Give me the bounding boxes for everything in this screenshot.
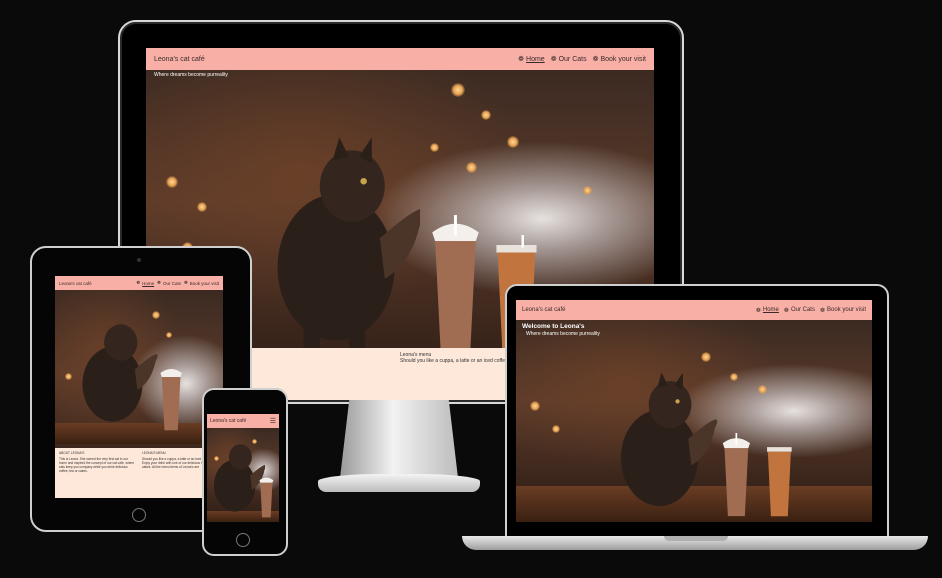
- cat-figure: [213, 443, 265, 512]
- tablet-home-button: [132, 508, 146, 522]
- paw-icon: ❁: [755, 307, 761, 314]
- nav-our-cats[interactable]: ❁ Our Cats: [157, 280, 181, 286]
- monitor-stand-base: [318, 474, 480, 492]
- phone-screen: Leona's cat café ☰: [207, 414, 279, 522]
- hero-tagline: Where dreams become purreality: [526, 331, 600, 337]
- paw-icon: ❁: [550, 56, 557, 63]
- tablet-hero-image: ABOUT LEONA'S This is Leona. She owned t…: [55, 290, 223, 498]
- tablet-navbar: Leona's cat café ❁ Home ❁ Our Cats ❁ Book y…: [55, 276, 223, 290]
- paw-icon: ❁: [157, 280, 161, 285]
- paw-icon: ❁: [819, 307, 825, 314]
- cat-figure: [621, 372, 718, 507]
- paw-icon: ❁: [592, 56, 599, 63]
- iced-coffee-cup: [259, 477, 274, 518]
- phone-navbar: Leona's cat café ☰: [207, 414, 279, 428]
- laptop-screen: Welcome to Leona's Where dreams become p…: [516, 300, 872, 522]
- iced-coffee-cup: [432, 215, 480, 358]
- brand-logo[interactable]: Leona's cat café: [210, 418, 246, 424]
- brand-logo[interactable]: Leona's cat café: [522, 307, 566, 313]
- nav-our-cats[interactable]: ❁ Our Cats: [784, 307, 815, 314]
- laptop-navbar: Leona's cat café ❁ Home ❁ Our Cats ❁ Book y…: [516, 300, 872, 320]
- paw-icon: ❁: [183, 280, 188, 285]
- phone-hero-image: [207, 428, 279, 522]
- tablet-about-heading: ABOUT LEONA'S: [59, 451, 85, 455]
- nav-home[interactable]: ❁ Home: [136, 280, 154, 286]
- brand-logo[interactable]: Leona's cat café: [59, 281, 92, 286]
- nav-book-visit[interactable]: ❁ Book your visit: [820, 307, 866, 314]
- nav-book-visit[interactable]: ❁ Book your visit: [184, 280, 219, 286]
- cat-figure: [82, 324, 158, 422]
- tablet-camera: [137, 258, 141, 262]
- monitor-stand: [340, 398, 458, 478]
- tablet-screen: ABOUT LEONA'S This is Leona. She owned t…: [55, 276, 223, 498]
- nav-our-cats[interactable]: ❁ Our Cats: [550, 55, 587, 64]
- nav-book-visit[interactable]: ❁ Book your visit: [592, 55, 646, 64]
- laptop-hero-image: Welcome to Leona's Where dreams become p…: [516, 320, 872, 522]
- iced-coffee-cup: [160, 368, 182, 431]
- hamburger-icon[interactable]: ☰: [270, 417, 276, 425]
- hero-welcome: Welcome to Leona's: [522, 323, 585, 330]
- iced-latte-cup: [767, 447, 792, 517]
- nav-home[interactable]: ❁ Home: [756, 307, 779, 314]
- nav-home[interactable]: ❁ Home: [518, 55, 545, 64]
- iced-coffee-cup: [723, 433, 751, 517]
- paw-icon: ❁: [518, 56, 525, 63]
- navbar: Leona's cat café ❁ Home ❁ Our Cats ❁ Book y…: [146, 48, 654, 70]
- phone-home-button: [236, 533, 250, 547]
- tablet-info-section: ABOUT LEONA'S This is Leona. She owned t…: [55, 448, 223, 498]
- brand-logo[interactable]: Leona's cat café: [154, 56, 205, 63]
- hero-tagline: Where dreams become purreality: [154, 72, 228, 78]
- paw-icon: ❁: [783, 307, 789, 314]
- laptop-notch: [664, 536, 728, 541]
- cat-figure: [277, 137, 421, 349]
- paw-icon: ❁: [136, 280, 141, 285]
- tablet-about-text: This is Leona. She owned the very first …: [59, 457, 135, 473]
